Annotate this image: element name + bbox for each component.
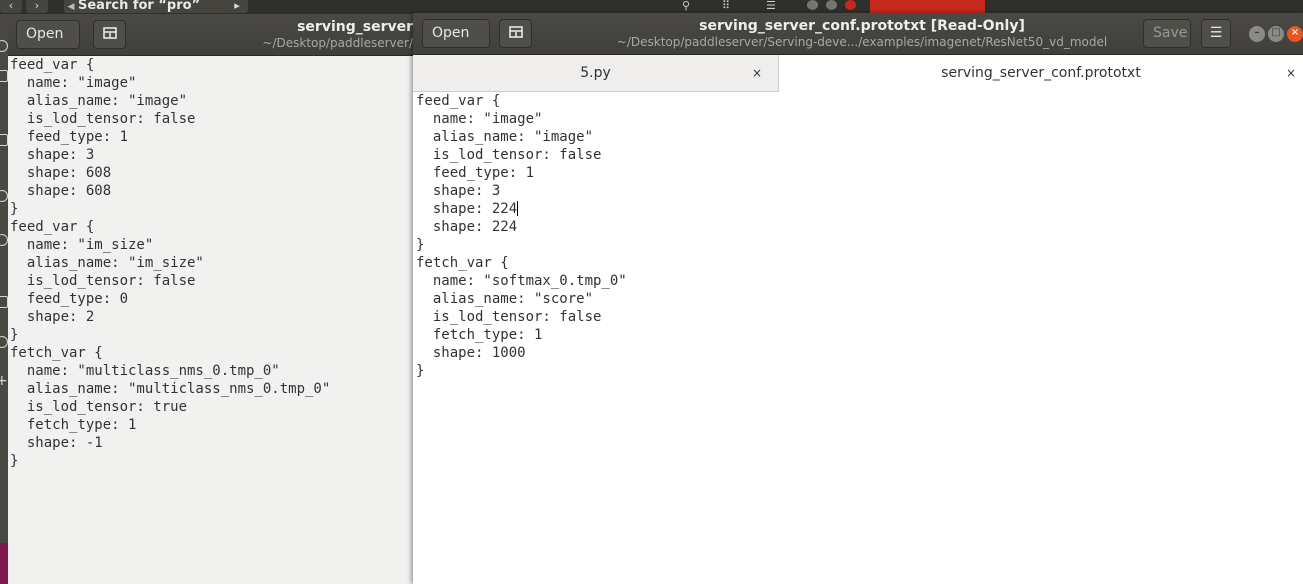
new-document-button[interactable] xyxy=(499,19,532,48)
code-line: } xyxy=(10,327,19,343)
minimize-icon: – xyxy=(1254,27,1260,38)
code-line: feed_type: 1 xyxy=(10,129,129,145)
code-line: fetch_type: 1 xyxy=(10,417,137,433)
forward-arrow-icon[interactable]: › xyxy=(26,0,48,13)
back-window-path: ~/Desktop/paddleserver/ xyxy=(262,36,413,50)
close-icon[interactable]: × xyxy=(1286,55,1296,91)
code-line: is_lod_tensor: true xyxy=(10,399,188,415)
document-title: serving_server_conf.prototxt [Read-Only] xyxy=(699,18,1025,34)
front-window-headerbar: Open serving_server_conf.prototxt [Read-… xyxy=(413,13,1303,63)
front-editor-text[interactable]: feed_var { name: "image" alias_name: "im… xyxy=(416,92,627,380)
open-label: Open xyxy=(26,26,64,42)
new-document-button[interactable] xyxy=(93,20,126,49)
tab-5-py[interactable]: 5.py xyxy=(413,55,778,91)
dock-settings-icon[interactable] xyxy=(0,190,8,202)
dock-show-apps[interactable] xyxy=(0,543,8,584)
tab-label: serving_server_conf.prototxt xyxy=(941,65,1141,81)
grid-icon[interactable]: ⠿ xyxy=(722,0,730,13)
code-line: fetch_var { xyxy=(10,345,103,361)
background-red-region xyxy=(870,0,985,13)
tab-label: 5.py xyxy=(580,65,611,81)
dock-files-icon[interactable] xyxy=(0,134,8,146)
chevron-left-icon[interactable]: ◀ xyxy=(64,1,78,13)
dock-disk-icon[interactable] xyxy=(0,336,8,348)
hamburger-menu-button[interactable]: ☰ xyxy=(1201,19,1231,48)
open-button[interactable]: Open xyxy=(422,19,490,63)
search-icon[interactable]: ⚲ xyxy=(682,0,690,13)
text-before-cursor: feed_var { name: "image" alias_name: "im… xyxy=(416,93,602,217)
search-bar[interactable]: ◀ Search for “pro” xyxy=(64,0,246,13)
code-line: feed_var { xyxy=(10,57,95,73)
dock-home-icon[interactable] xyxy=(0,70,8,82)
code-line: feed_type: 0 xyxy=(10,291,129,307)
maximize-button[interactable]: □ xyxy=(1268,26,1284,42)
maximize-icon: □ xyxy=(1271,27,1281,38)
code-line: } xyxy=(10,201,19,217)
maximize-dot-icon[interactable] xyxy=(826,0,837,10)
background-top-bar: ‹ › ◀ Search for “pro” ▸ ⚲ ⠿ ☰ xyxy=(0,0,1303,14)
code-line: name: "im_size" xyxy=(10,237,154,253)
tab-serving-server-conf[interactable]: serving_server_conf.prototxt xyxy=(778,55,1303,92)
code-line: name: "image" xyxy=(10,75,137,91)
close-icon[interactable]: × xyxy=(752,55,762,91)
text-after-cursor: shape: 224 } fetch_var { name: "softmax_… xyxy=(416,219,627,379)
close-dot-icon[interactable] xyxy=(845,0,856,10)
search-label: Search for “pro” xyxy=(78,0,201,13)
open-button[interactable]: Open xyxy=(16,20,80,64)
code-line: is_lod_tensor: false xyxy=(10,111,196,127)
code-line: alias_name: "multiclass_nms_0.tmp_0" xyxy=(10,381,331,397)
code-line: shape: 608 xyxy=(10,183,112,199)
dock-trash-icon[interactable] xyxy=(0,296,8,308)
back-editor-window: Open serving_server ~/Desktop/paddleserv… xyxy=(8,14,413,584)
dock-add-icon[interactable]: + xyxy=(0,374,8,388)
chevron-right-icon[interactable]: ▸ xyxy=(226,0,248,13)
code-line: alias_name: "image" xyxy=(10,93,188,109)
back-window-headerbar: Open serving_server ~/Desktop/paddleserv… xyxy=(8,14,413,64)
back-window-title: serving_server xyxy=(297,19,413,35)
save-button[interactable]: Save xyxy=(1143,19,1191,48)
code-line: feed_var { xyxy=(10,219,95,235)
code-line: alias_name: "im_size" xyxy=(10,255,204,271)
code-line: shape: 608 xyxy=(10,165,112,181)
document-path: ~/Desktop/paddleserver/Serving-deve.../e… xyxy=(616,35,1108,49)
code-line: shape: 2 xyxy=(10,309,95,325)
minimize-dot-icon[interactable] xyxy=(807,0,818,10)
front-editor-window: Open serving_server_conf.prototxt [Read-… xyxy=(413,13,1303,584)
new-tab-icon xyxy=(102,27,117,39)
back-editor-text[interactable]: feed_var { name: "image" alias_name: "im… xyxy=(10,56,330,470)
text-cursor xyxy=(517,201,519,216)
code-line: name: "multiclass_nms_0.tmp_0" xyxy=(10,363,280,379)
open-label: Open xyxy=(432,25,470,41)
minimize-button[interactable]: – xyxy=(1249,26,1265,42)
menu-icon: ☰ xyxy=(1209,25,1223,41)
close-icon: × xyxy=(1290,27,1300,38)
code-line: } xyxy=(10,453,19,469)
dock-browser-icon[interactable] xyxy=(0,234,8,246)
close-button[interactable]: × xyxy=(1287,26,1303,42)
dock-app-icon[interactable] xyxy=(0,40,8,52)
code-line: is_lod_tensor: false xyxy=(10,273,196,289)
code-line: shape: -1 xyxy=(10,435,103,451)
back-arrow-icon[interactable]: ‹ xyxy=(0,0,22,13)
new-tab-icon xyxy=(508,26,523,38)
menu-icon[interactable]: ☰ xyxy=(766,0,776,13)
launcher-dock: + xyxy=(0,14,8,584)
code-line: shape: 3 xyxy=(10,147,95,163)
tab-bar: 5.py × serving_server_conf.prototxt × xyxy=(413,55,1303,92)
